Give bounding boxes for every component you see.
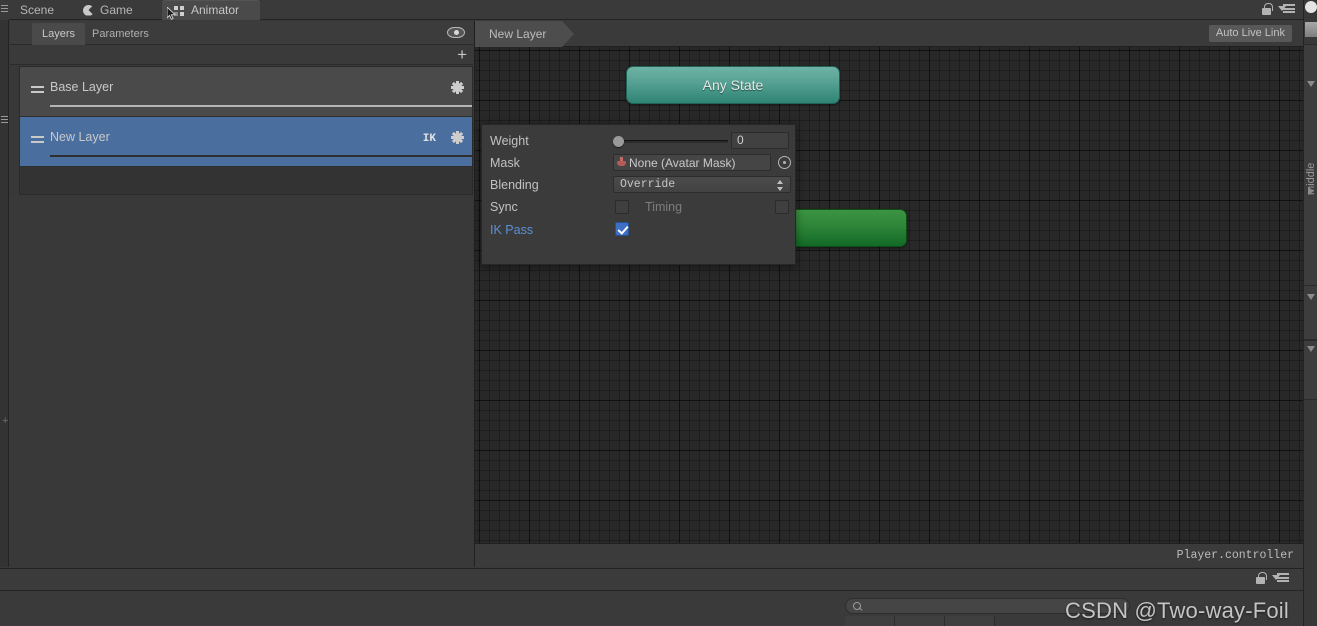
- left-rail-menu-icon[interactable]: [1, 5, 8, 14]
- state-node-any-state-label: Any State: [702, 77, 764, 93]
- mouse-cursor-icon: [167, 7, 176, 20]
- tab-animator[interactable]: Animator: [162, 0, 260, 20]
- mask-value: None (Avatar Mask): [629, 155, 736, 170]
- cube-gizmo-icon[interactable]: [1305, 22, 1317, 37]
- bottom-toolbar-controls: [1255, 572, 1289, 585]
- state-node-green[interactable]: [787, 209, 907, 247]
- tab-game-label: Game: [100, 3, 133, 17]
- rail-segment-lower-2[interactable]: [1304, 340, 1317, 400]
- triangle-down-icon[interactable]: [1307, 294, 1315, 300]
- ik-pass-label: IK Pass: [490, 223, 534, 237]
- blending-dropdown[interactable]: Override: [613, 176, 791, 193]
- blending-label: Blending: [490, 178, 539, 192]
- auto-live-link-button[interactable]: Auto Live Link: [1208, 25, 1292, 42]
- weight-slider-track: [613, 140, 728, 143]
- window-controls: [1261, 3, 1295, 16]
- layer-list: Base Layer New Layer IK: [19, 66, 473, 195]
- layer-row-new-layer[interactable]: New Layer IK: [20, 117, 472, 167]
- gear-icon[interactable]: [451, 81, 464, 94]
- layer-ik-badge: IK: [422, 133, 436, 145]
- blending-value: Override: [620, 178, 676, 191]
- hamburger-menu-icon[interactable]: [1278, 4, 1295, 15]
- weight-slider[interactable]: [613, 136, 728, 147]
- add-layer-button[interactable]: +: [457, 46, 467, 63]
- row-sync: Sync Timing: [482, 196, 797, 218]
- subtab-layers[interactable]: Layers: [32, 23, 86, 45]
- graph-footer: Player.controller: [475, 543, 1304, 567]
- sync-label: Sync: [490, 200, 518, 214]
- window-tab-bar: Scene Game Animator: [0, 0, 1317, 20]
- layer-settings-popup: Weight 0 Mask None (Avatar Mask) Blendin…: [481, 124, 796, 265]
- animator-graph-panel: New Layer Auto Live Link Any State Playe…: [474, 21, 1304, 567]
- avatar-mask-icon: [617, 156, 626, 169]
- graph-toolbar: New Layer Auto Live Link: [475, 21, 1304, 47]
- tab-scene[interactable]: Scene: [9, 0, 71, 20]
- lock-icon[interactable]: [1261, 3, 1273, 16]
- layer-row-base[interactable]: Base Layer: [20, 67, 472, 117]
- graph-canvas[interactable]: Any State: [475, 47, 1304, 543]
- object-picker-icon[interactable]: [778, 156, 791, 169]
- layers-panel: Layers Parameters + Base Layer New Layer…: [10, 21, 473, 567]
- tab-animator-label: Animator: [191, 3, 240, 17]
- weight-label: Weight: [490, 134, 529, 148]
- subtab-parameters-label: Parameters: [92, 28, 149, 40]
- weight-slider-knob[interactable]: [613, 136, 624, 147]
- weight-value-field[interactable]: 0: [731, 132, 789, 149]
- tab-game[interactable]: Game: [71, 0, 162, 20]
- subtab-layers-label: Layers: [42, 28, 76, 40]
- triangle-down-icon[interactable]: [1307, 81, 1315, 87]
- row-mask: Mask None (Avatar Mask): [482, 152, 797, 174]
- watermark: CSDN @Two-way-Foil: [1065, 598, 1289, 623]
- layers-panel-empty-area: [10, 196, 473, 567]
- row-ik-pass: IK Pass: [482, 219, 797, 241]
- timing-checkbox[interactable]: [775, 200, 789, 214]
- updown-arrows-icon: [777, 180, 784, 191]
- drag-handle-icon[interactable]: [31, 136, 44, 146]
- layer-name-new-layer: New Layer: [50, 130, 110, 144]
- game-icon: [82, 4, 95, 17]
- sphere-gizmo-icon[interactable]: [1305, 1, 1317, 13]
- rail-segment-lower-1[interactable]: [1304, 285, 1317, 340]
- unity-editor-window: Scene Game Animator + Layers Parameters …: [0, 0, 1317, 626]
- bottom-tab-2[interactable]: [895, 616, 945, 626]
- layer-name-base: Base Layer: [50, 80, 114, 94]
- left-rail-handle-icon[interactable]: [1, 116, 8, 125]
- layer-weight-bar: [50, 105, 472, 107]
- tab-scene-label: Scene: [20, 3, 55, 17]
- layers-parameters-tabbar: Layers Parameters: [10, 21, 473, 45]
- search-icon: [853, 601, 862, 611]
- row-blending: Blending Override: [482, 174, 797, 196]
- drag-handle-icon[interactable]: [31, 86, 44, 96]
- left-rail-top: [0, 0, 9, 20]
- sync-checkbox[interactable]: [615, 200, 629, 214]
- bottom-toolbar: [0, 569, 1303, 591]
- bottom-tab-1[interactable]: [845, 616, 895, 626]
- breadcrumb-new-layer[interactable]: New Layer: [475, 21, 575, 47]
- triangle-down-icon[interactable]: [1307, 346, 1315, 352]
- triangle-right-icon[interactable]: [1308, 187, 1314, 195]
- bottom-tab-3[interactable]: [945, 616, 995, 626]
- hamburger-menu-icon[interactable]: [1272, 573, 1289, 584]
- eye-icon[interactable]: [447, 25, 465, 39]
- right-rail: middle: [1303, 0, 1317, 626]
- row-weight: Weight 0: [482, 130, 797, 152]
- left-rail-plus-icon[interactable]: +: [2, 415, 8, 427]
- left-rail: +: [0, 20, 9, 567]
- layer-weight-bar: [50, 155, 472, 157]
- ik-pass-checkbox[interactable]: [615, 222, 629, 236]
- bottom-area: CSDN @Two-way-Foil: [0, 568, 1303, 626]
- bottom-tab-strip: [845, 616, 1025, 626]
- breadcrumb-label: New Layer: [489, 27, 547, 41]
- mask-object-field[interactable]: None (Avatar Mask): [613, 154, 771, 171]
- timing-label: Timing: [645, 200, 683, 214]
- gear-icon[interactable]: [451, 131, 464, 144]
- subtab-parameters[interactable]: Parameters: [82, 23, 159, 45]
- mask-label: Mask: [490, 156, 520, 170]
- add-layer-bar: +: [10, 45, 473, 65]
- state-node-any-state[interactable]: Any State: [626, 66, 840, 104]
- lock-icon[interactable]: [1255, 572, 1267, 585]
- controller-asset-name: Player.controller: [1176, 549, 1294, 562]
